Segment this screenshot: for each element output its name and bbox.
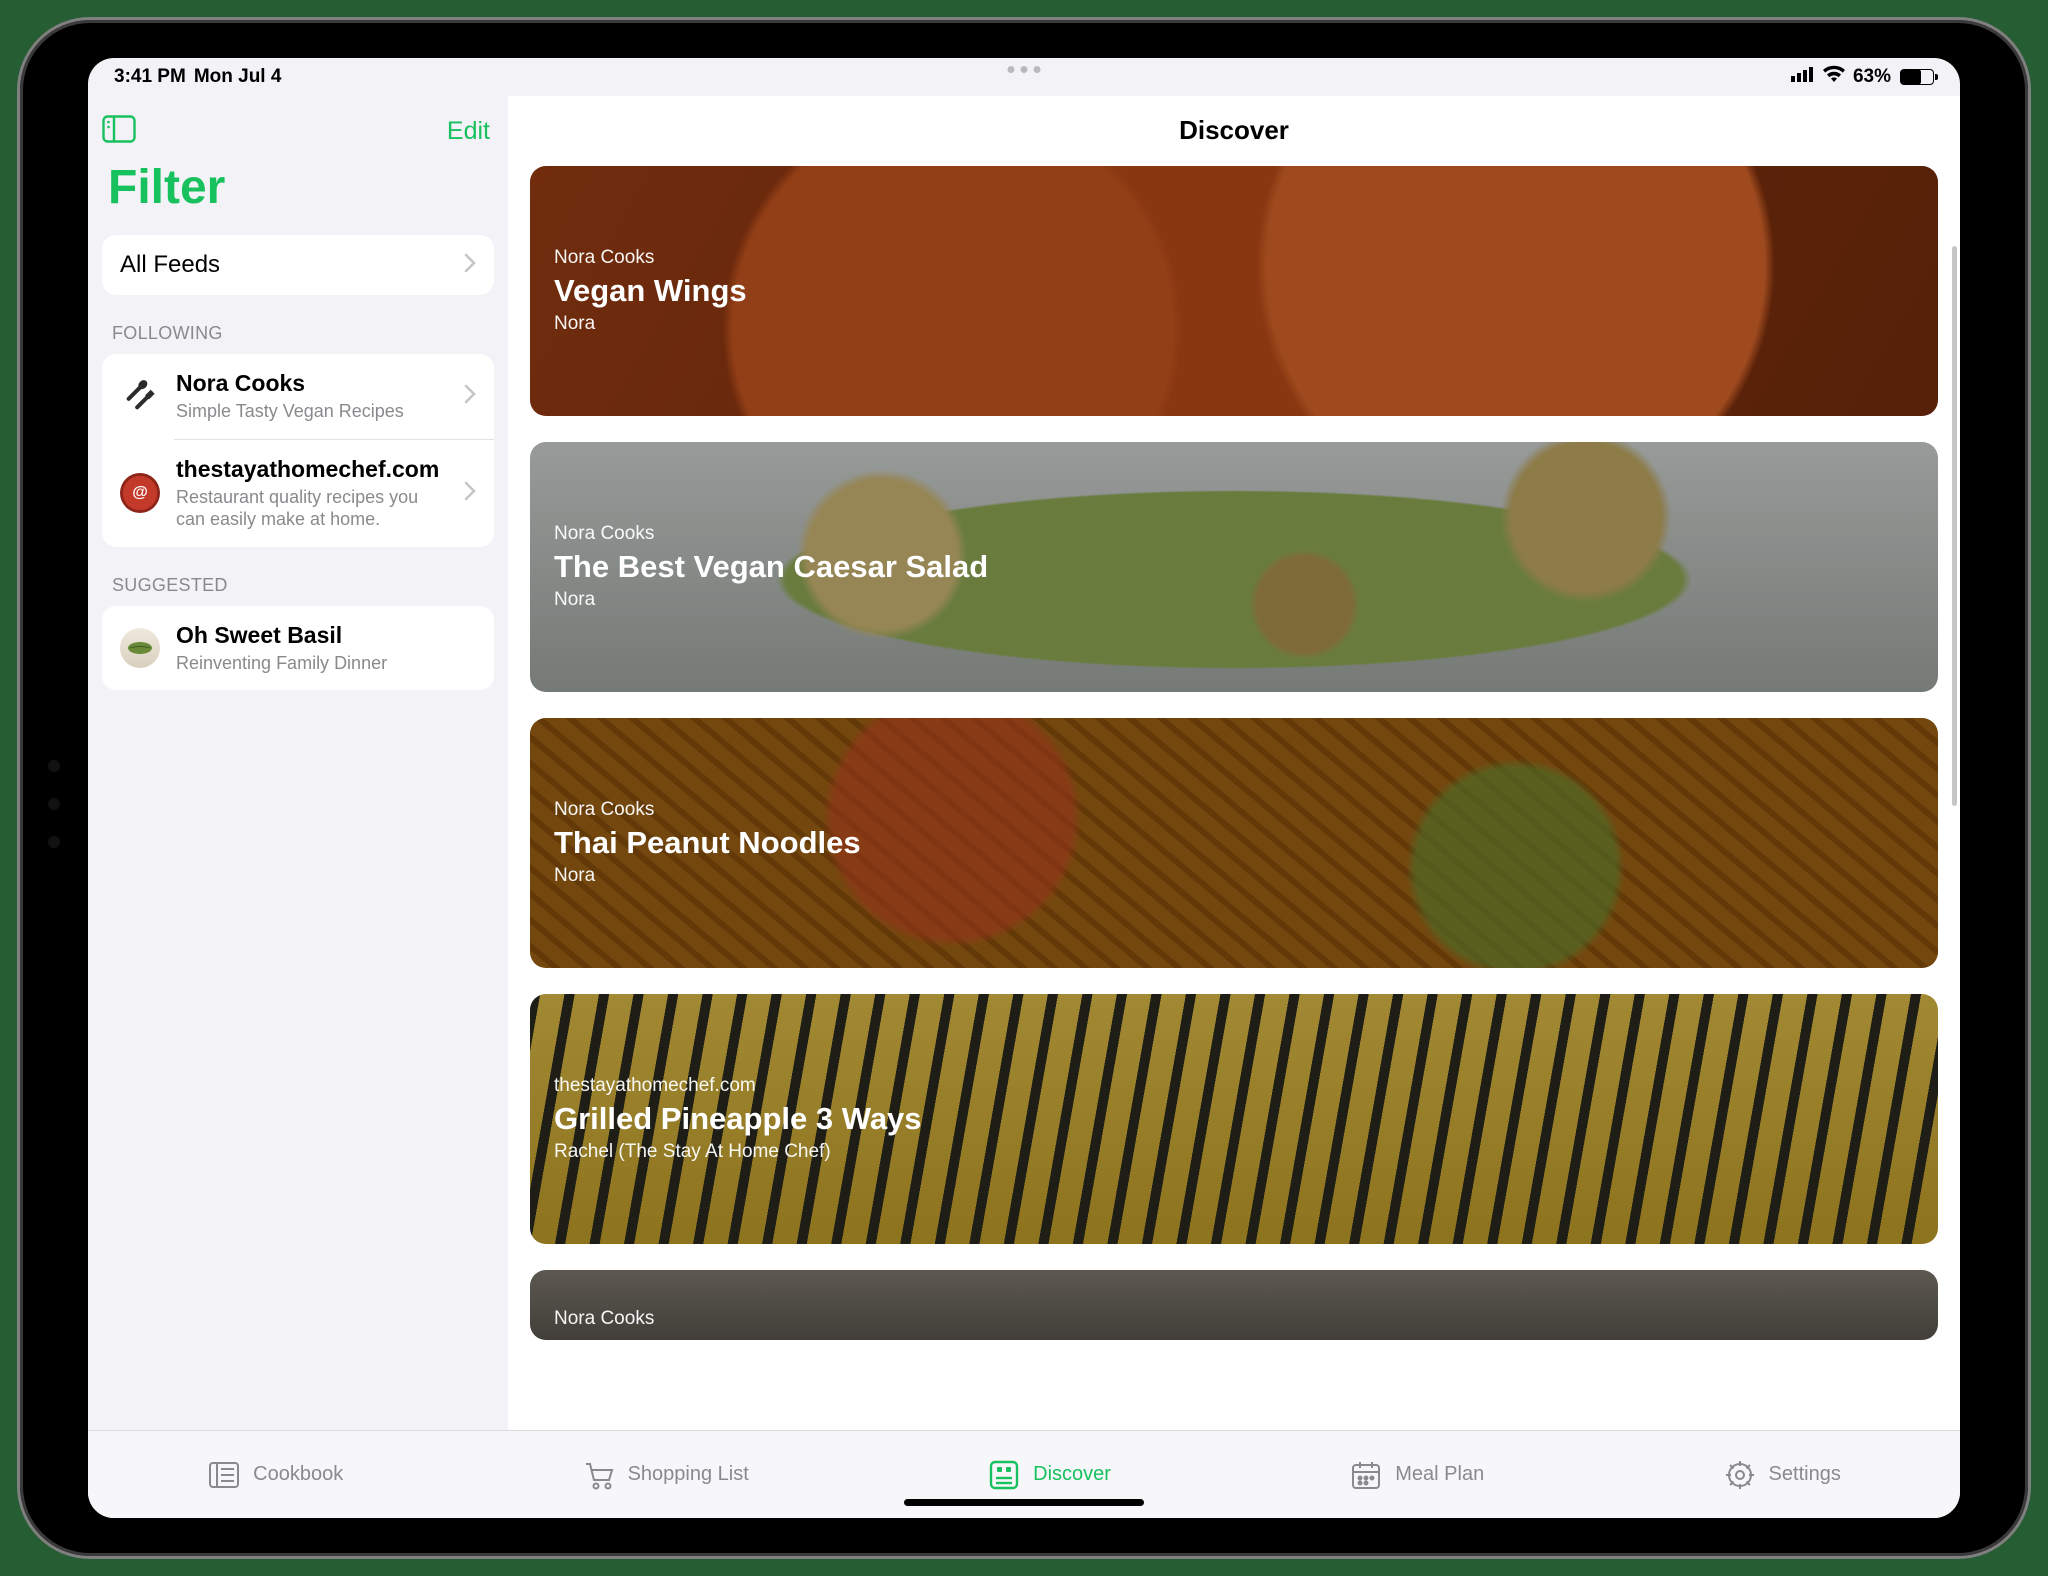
following-list: Nora Cooks Simple Tasty Vegan Recipes @ … [102, 354, 494, 547]
status-time: 3:41 PM [114, 66, 186, 88]
home-indicator[interactable] [904, 1499, 1144, 1506]
status-date: Mon Jul 4 [194, 66, 282, 88]
following-item[interactable]: @ thestayathomechef.com Restaurant quali… [102, 440, 494, 547]
badge-icon: @ [120, 473, 160, 513]
tab-settings[interactable]: Settings [1723, 1458, 1841, 1492]
tab-shopping-list[interactable]: Shopping List [582, 1458, 749, 1492]
tab-cookbook[interactable]: Cookbook [207, 1458, 343, 1492]
tab-label: Shopping List [628, 1463, 749, 1486]
device-frame: 3:41 PM Mon Jul 4 63% [20, 20, 2028, 1556]
recipe-feed[interactable]: Nora Cooks Vegan Wings Nora Nora Cooks T… [508, 166, 1960, 1518]
suggested-list: Oh Sweet Basil Reinventing Family Dinner [102, 606, 494, 691]
suggested-name: Oh Sweet Basil [176, 622, 387, 649]
suggested-desc: Reinventing Family Dinner [176, 652, 387, 675]
recipe-source: Nora Cooks [554, 1308, 654, 1330]
page-title: Discover [508, 96, 1960, 166]
recipe-author: Rachel (The Stay At Home Chef) [554, 1141, 922, 1163]
sidebar: Edit Filter All Feeds FOLLOWING [88, 96, 508, 1518]
wifi-icon [1822, 65, 1846, 89]
chevron-right-icon [464, 481, 476, 506]
sidebar-toggle-icon[interactable] [102, 115, 136, 148]
suggested-header: SUGGESTED [102, 547, 494, 606]
recipe-author: Nora [554, 865, 861, 887]
main-pane: Discover Nora Cooks Vegan Wings Nora [508, 96, 1960, 1518]
recipe-card[interactable]: Nora Cooks Vegan Wings Nora [530, 166, 1938, 416]
recipe-author: Nora [554, 589, 988, 611]
multitask-dots[interactable] [1008, 66, 1041, 73]
tab-label: Discover [1033, 1463, 1111, 1486]
recipe-card[interactable]: Nora Cooks [530, 1270, 1938, 1340]
recipe-source: Nora Cooks [554, 247, 747, 269]
following-item[interactable]: Nora Cooks Simple Tasty Vegan Recipes [102, 354, 494, 439]
following-name: Nora Cooks [176, 370, 404, 397]
recipe-source: Nora Cooks [554, 523, 988, 545]
following-header: FOLLOWING [102, 295, 494, 354]
tab-label: Settings [1769, 1463, 1841, 1486]
recipe-title: Grilled Pineapple 3 Ways [554, 1101, 922, 1137]
tab-label: Cookbook [253, 1463, 343, 1486]
chevron-right-icon [464, 384, 476, 409]
utensils-icon [120, 376, 160, 416]
recipe-title: The Best Vegan Caesar Salad [554, 549, 988, 585]
edit-button[interactable]: Edit [447, 117, 494, 146]
tab-meal-plan[interactable]: Meal Plan [1349, 1458, 1484, 1492]
recipe-source: thestayathomechef.com [554, 1075, 922, 1097]
scrollbar-thumb[interactable] [1952, 246, 1957, 806]
cellular-icon [1791, 66, 1815, 88]
tab-discover[interactable]: Discover [987, 1458, 1111, 1492]
recipe-card[interactable]: Nora Cooks The Best Vegan Caesar Salad N… [530, 442, 1938, 692]
recipe-author: Nora [554, 313, 747, 335]
following-name: thestayathomechef.com [176, 456, 436, 483]
recipe-source: Nora Cooks [554, 799, 861, 821]
screen: 3:41 PM Mon Jul 4 63% [88, 58, 1960, 1518]
status-right: 63% [1791, 65, 1934, 89]
app-root: Edit Filter All Feeds FOLLOWING [88, 58, 1960, 1518]
battery-icon [1900, 69, 1934, 85]
chevron-right-icon [464, 253, 476, 278]
recipe-card[interactable]: Nora Cooks Thai Peanut Noodles Nora [530, 718, 1938, 968]
recipe-card[interactable]: thestayathomechef.com Grilled Pineapple … [530, 994, 1938, 1244]
all-feeds-card[interactable]: All Feeds [102, 235, 494, 295]
sidebar-title: Filter [102, 156, 494, 235]
battery-percent: 63% [1853, 66, 1891, 88]
following-desc: Simple Tasty Vegan Recipes [176, 400, 404, 423]
leaf-icon [120, 628, 160, 668]
following-desc: Restaurant quality recipes you can easil… [176, 486, 436, 531]
recipe-title: Thai Peanut Noodles [554, 825, 861, 861]
all-feeds-label: All Feeds [120, 251, 220, 279]
recipe-title: Vegan Wings [554, 273, 747, 309]
suggested-item[interactable]: Oh Sweet Basil Reinventing Family Dinner [102, 606, 494, 691]
device-camera-dots [48, 760, 60, 848]
status-bar: 3:41 PM Mon Jul 4 63% [88, 58, 1960, 96]
tab-label: Meal Plan [1395, 1463, 1484, 1486]
